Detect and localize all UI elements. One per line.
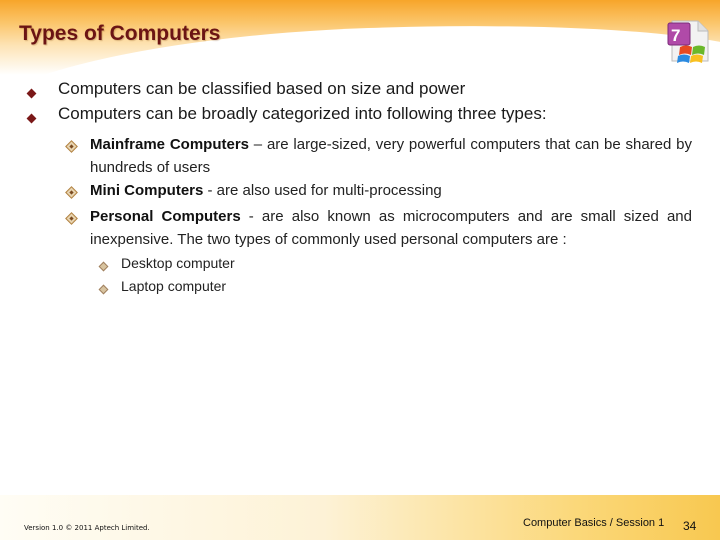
office-document-logo-icon: 7 [667, 20, 709, 63]
footer-version: Version 1.0 © 2011 Aptech Limited. [24, 524, 150, 532]
sub-sub-bullet-text: Laptop computer [121, 278, 227, 294]
svg-text:7: 7 [671, 26, 680, 45]
page-number: 34 [683, 519, 697, 533]
sub-bullet-diamond-icon [65, 140, 78, 153]
bullet-text: Computers can be classified based on siz… [58, 79, 466, 98]
sub-sub-bullet-text: Desktop computer [121, 255, 235, 271]
bullet-text: Computers can be broadly categorized int… [58, 104, 547, 123]
term-description: - are also used for multi-processing [203, 182, 442, 199]
slide-title: Types of Computers [19, 22, 221, 45]
sub-bullet-diamond-icon [65, 186, 78, 199]
term-mini: Mini Computers [90, 182, 204, 199]
sub-sub-bullet-diamond-icon [98, 261, 109, 272]
sub-bullet-text: Mainframe Computers – are large-sized, v… [90, 133, 692, 179]
term-personal: Personal Computers [90, 208, 241, 225]
sub-bullet-text: Mini Computers - are also used for multi… [90, 179, 692, 202]
footer-course: Computer Basics / Session 1 [523, 517, 665, 529]
sub-bullet-text: Personal Computers - are also known as m… [90, 205, 692, 251]
term-mainframe: Mainframe Computers [90, 136, 249, 153]
sub-sub-bullet-diamond-icon [98, 284, 109, 295]
sub-bullet-diamond-icon [65, 212, 78, 225]
